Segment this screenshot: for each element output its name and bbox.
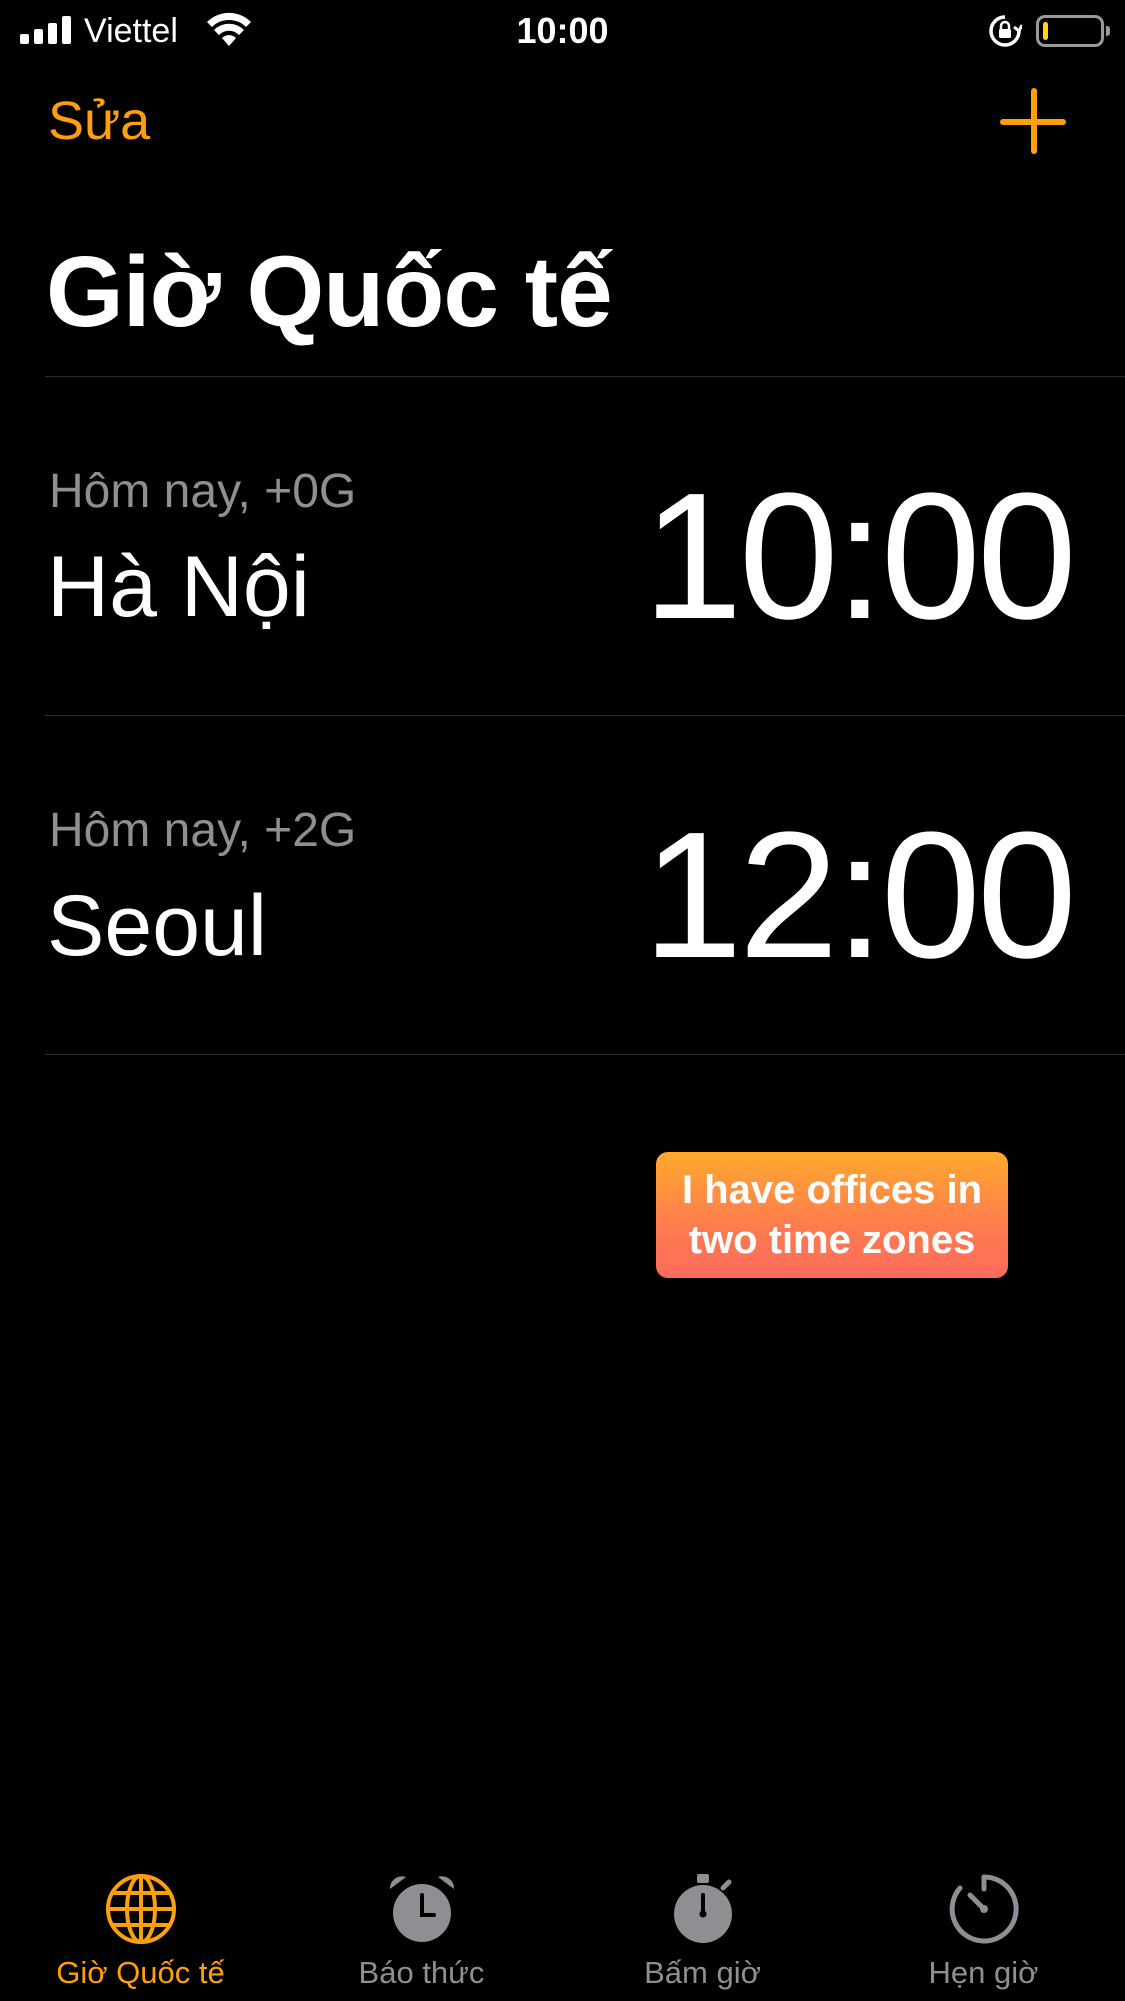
tab-label: Hẹn giờ — [928, 1955, 1039, 1990]
world-clock-list: Hôm nay, +0G Hà Nội 10:00 Hôm nay, +2G S… — [45, 376, 1125, 1055]
alarm-clock-icon — [389, 1876, 454, 1942]
battery-icon — [1036, 15, 1110, 47]
clock-time: 12:00 — [642, 795, 1077, 996]
stopwatch-icon — [673, 1874, 732, 1943]
tab-bar: Giờ Quốc tế Báo thức Bấm giờ Hẹn giờ — [0, 1851, 1125, 2001]
clock-offset: Hôm nay, +2G — [49, 804, 357, 857]
tab-label: Giờ Quốc tế — [56, 1955, 225, 1990]
clock-row-seoul[interactable]: Hôm nay, +2G Seoul 12:00 — [45, 716, 1125, 1054]
rotation-lock-icon — [989, 15, 1022, 47]
tab-stopwatch[interactable]: Bấm giờ — [562, 1871, 843, 2001]
tab-world-clock[interactable]: Giờ Quốc tế — [0, 1871, 281, 2001]
tab-timer[interactable]: Hẹn giờ — [843, 1871, 1124, 2001]
clock-city: Seoul — [47, 878, 267, 974]
edit-button[interactable]: Sửa — [48, 88, 150, 154]
clock-row-hanoi[interactable]: Hôm nay, +0G Hà Nội 10:00 — [45, 377, 1125, 715]
caption-sticker: I have offices in two time zones — [656, 1152, 1008, 1278]
page-title: Giờ Quốc tế — [46, 236, 613, 348]
clock-offset: Hôm nay, +0G — [49, 465, 357, 518]
caption-line-2: two time zones — [688, 1218, 976, 1262]
status-time: 10:00 — [516, 10, 609, 51]
battery-level — [1043, 22, 1048, 40]
tab-label: Bấm giờ — [644, 1955, 761, 1990]
clock-time: 10:00 — [642, 456, 1077, 657]
tab-alarm[interactable]: Báo thức — [281, 1871, 562, 2001]
divider — [45, 1054, 1125, 1055]
status-bar: Viettel 10:00 — [0, 0, 1125, 62]
timer-icon — [949, 1874, 1019, 1944]
tab-label: Báo thức — [358, 1955, 485, 1990]
globe-icon — [105, 1874, 176, 1944]
clock-city: Hà Nội — [47, 539, 310, 635]
add-city-button[interactable] — [998, 86, 1068, 156]
caption-line-1: I have offices in — [681, 1168, 983, 1212]
